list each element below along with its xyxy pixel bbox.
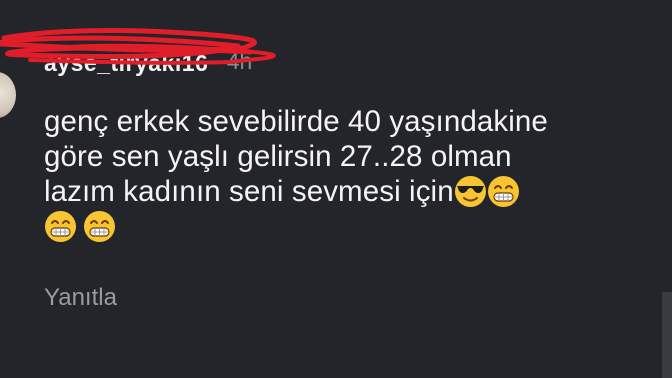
grinning-emoji-icon xyxy=(487,175,520,208)
grinning-emoji-icon xyxy=(83,210,116,243)
comment: ayse_tiryaki16 4h genç erkek sevebilirde… xyxy=(0,0,672,378)
username[interactable]: ayse_tiryaki16 xyxy=(44,50,208,77)
avatar[interactable] xyxy=(0,72,16,118)
comment-header: ayse_tiryaki16 4h xyxy=(44,48,252,84)
comment-line-2: göre sen yaşlı gelirsin 27..28 olman xyxy=(44,140,512,173)
comment-line-3: lazım kadının seni sevmesi için xyxy=(44,174,644,209)
comment-line-3-text: lazım kadının seni sevmesi için xyxy=(44,175,454,208)
grinning-emoji-icon xyxy=(44,210,77,243)
comment-text: genç erkek sevebilirde 40 yaşındakine gö… xyxy=(44,104,644,244)
comment-line-1: genç erkek sevebilirde 40 yaşındakine xyxy=(44,105,548,138)
comment-line-4 xyxy=(44,209,644,244)
timestamp: 4h xyxy=(226,48,253,74)
edge-panel xyxy=(662,292,672,378)
sunglasses-emoji-icon xyxy=(454,175,487,208)
reply-button[interactable]: Yanıtla xyxy=(44,284,117,312)
